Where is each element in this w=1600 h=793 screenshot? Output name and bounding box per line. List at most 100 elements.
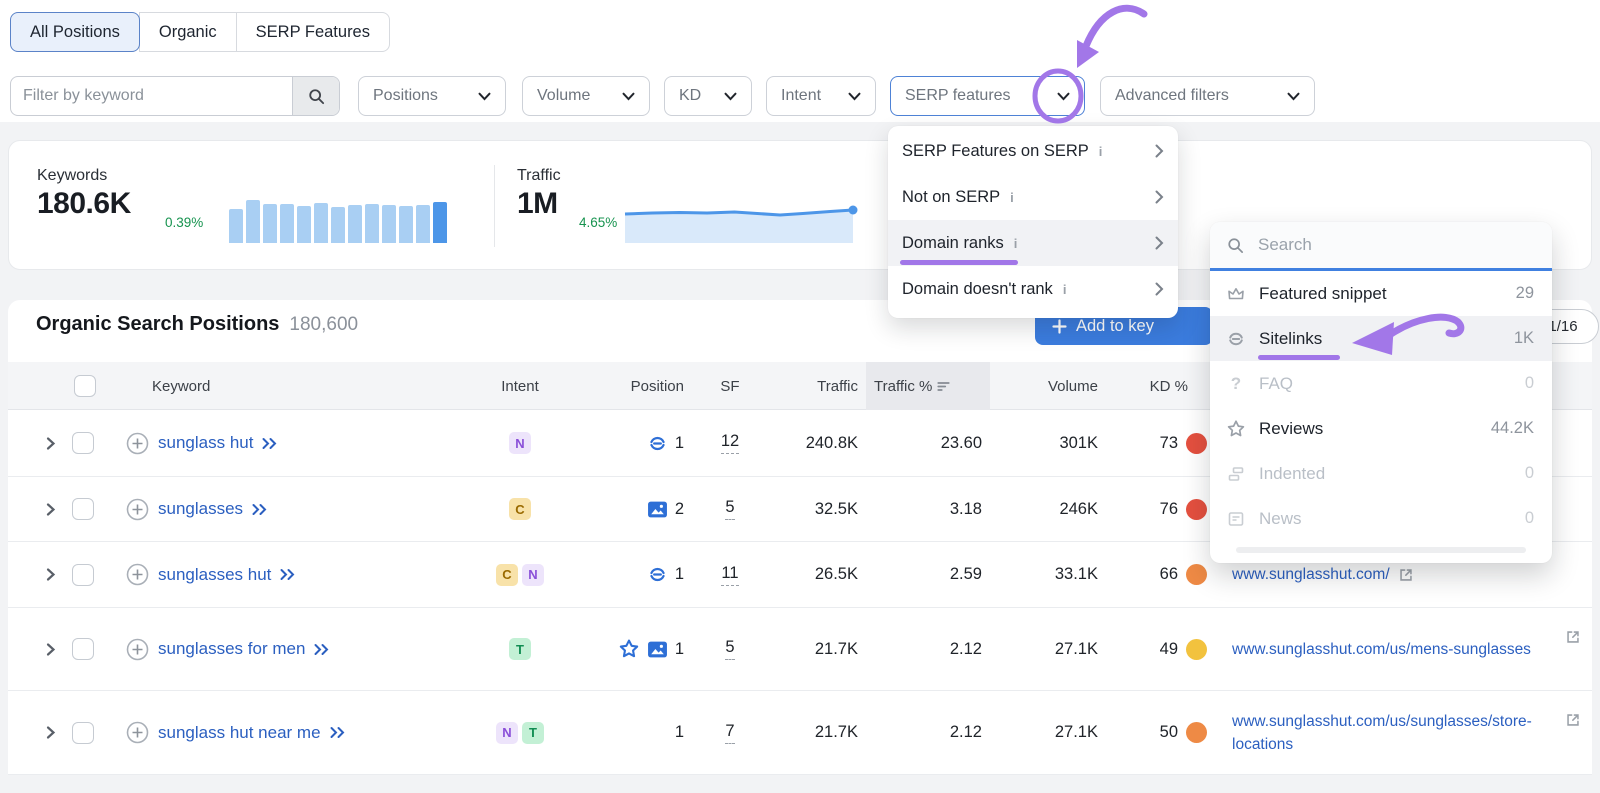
sf-link[interactable]: 5 [725,638,734,660]
intent-cell: C N [468,542,572,607]
annotation-underline [900,260,1018,265]
menu-item-serp-features-on-serp[interactable]: SERP Features on SERP [888,128,1178,174]
header-traffic-pct[interactable]: Traffic % [866,362,990,410]
keyword-link[interactable]: sunglasses [158,499,243,519]
add-keyword-icon[interactable] [126,410,149,476]
traffic-line-chart [625,201,853,243]
keyword-link[interactable]: sunglass hut [158,433,253,453]
sf-cell: 5 [698,608,762,690]
keyword-cell: sunglasses hut [158,542,296,607]
traffic-cell: 240.8K [768,410,858,476]
header-volume[interactable]: Volume [1008,362,1098,410]
double-chevron-icon[interactable] [313,643,330,656]
question-icon: ? [1226,374,1246,394]
keyword-cell: sunglass hut near me [158,691,346,774]
url-cell: www.sunglasshut.com/us/mens-sunglasses [1232,608,1558,690]
submenu-scrollbar[interactable] [1236,547,1526,553]
keyword-cell: sunglasses [158,477,268,541]
submenu-item-featured-snippet[interactable]: Featured snippet 29 [1210,271,1552,316]
sf-link[interactable]: 7 [725,722,734,744]
news-icon [1226,509,1246,529]
header-kd[interactable]: KD % [1104,362,1188,410]
intent-badge: T [522,722,544,744]
row-checkbox[interactable] [72,608,94,690]
tab-all-positions[interactable]: All Positions [10,12,140,52]
select-all-checkbox[interactable] [74,362,96,410]
url-link[interactable]: www.sunglasshut.com/ [1232,563,1390,586]
kd-dot [1186,477,1207,541]
serp-features-filter[interactable]: SERP features [890,76,1085,116]
advanced-filters[interactable]: Advanced filters [1100,76,1315,116]
url-link[interactable]: www.sunglasshut.com/us/mens-sunglasses [1232,638,1531,661]
add-keyword-icon[interactable] [126,608,149,690]
add-keyword-icon[interactable] [126,477,149,541]
sitelinks-icon [647,433,668,454]
sf-link[interactable]: 11 [721,564,738,586]
kd-filter[interactable]: KD [664,76,752,116]
position-cell: 1 [574,542,684,607]
expand-row-icon[interactable] [44,542,57,607]
submenu-item-count: 29 [1516,284,1534,303]
keywords-label: Keywords [37,167,107,185]
keyword-filter-input[interactable] [11,77,292,115]
positions-filter[interactable]: Positions [358,76,506,116]
double-chevron-icon[interactable] [251,503,268,516]
submenu-search-input[interactable] [1256,234,1536,256]
expand-row-icon[interactable] [44,477,57,541]
chevron-down-icon [622,92,635,101]
external-link-icon[interactable] [1397,566,1415,584]
keyword-link[interactable]: sunglasses for men [158,639,305,659]
external-link-icon[interactable] [1564,711,1582,729]
row-checkbox[interactable] [72,542,94,607]
menu-item-domain-doesnt-rank[interactable]: Domain doesn't rank [888,266,1178,312]
header-keyword[interactable]: Keyword [152,362,210,410]
kd-dot [1186,608,1207,690]
submenu-item-indented[interactable]: Indented 0 [1210,451,1552,496]
keyword-filter-group [10,76,340,116]
submenu-search [1210,222,1552,268]
volume-filter-label: Volume [537,87,590,105]
header-intent[interactable]: Intent [468,362,572,410]
position-value: 1 [675,434,684,453]
search-icon [1226,236,1245,255]
header-sf[interactable]: SF [698,362,762,410]
keyword-link[interactable]: sunglass hut near me [158,723,321,743]
expand-row-icon[interactable] [44,608,57,690]
expand-row-icon[interactable] [44,410,57,476]
double-chevron-icon[interactable] [279,568,296,581]
kd-cell: 73 [1104,410,1178,476]
expand-row-icon[interactable] [44,691,57,774]
submenu-item-news[interactable]: News 0 [1210,496,1552,541]
sf-link[interactable]: 12 [721,432,739,454]
search-button[interactable] [292,77,339,115]
submenu-item-reviews[interactable]: Reviews 44.2K [1210,406,1552,451]
tab-organic[interactable]: Organic [139,12,237,52]
row-checkbox[interactable] [72,477,94,541]
menu-item-not-on-serp[interactable]: Not on SERP [888,174,1178,220]
menu-item-domain-ranks[interactable]: Domain ranks [888,220,1178,266]
horizontal-scrollbar-track[interactable] [0,775,1600,793]
submenu-item-sitelinks[interactable]: Sitelinks 1K [1210,316,1552,361]
add-keyword-icon[interactable] [126,691,149,774]
serp-features-menu: SERP Features on SERP Not on SERP Domain… [888,126,1178,318]
keyword-link[interactable]: sunglasses hut [158,565,271,585]
chevron-right-icon [1155,190,1164,204]
add-keyword-icon[interactable] [126,542,149,607]
header-traffic[interactable]: Traffic [768,362,858,410]
submenu-item-label: Reviews [1259,419,1323,439]
row-checkbox[interactable] [72,410,94,476]
row-checkbox[interactable] [72,691,94,774]
tab-serp-features[interactable]: SERP Features [236,12,390,52]
position-value: 1 [675,640,684,659]
header-position[interactable]: Position [574,362,684,410]
intent-filter[interactable]: Intent [766,76,876,116]
external-link-icon[interactable] [1564,628,1582,646]
keyword-cell: sunglass hut [158,410,278,476]
sf-link[interactable]: 5 [725,498,734,520]
sf-cell: 5 [698,477,762,541]
double-chevron-icon[interactable] [261,437,278,450]
volume-filter[interactable]: Volume [522,76,650,116]
url-link[interactable]: www.sunglasshut.com/us/sunglasses/store-… [1232,710,1558,756]
double-chevron-icon[interactable] [329,726,346,739]
submenu-item-faq[interactable]: ? FAQ 0 [1210,361,1552,406]
